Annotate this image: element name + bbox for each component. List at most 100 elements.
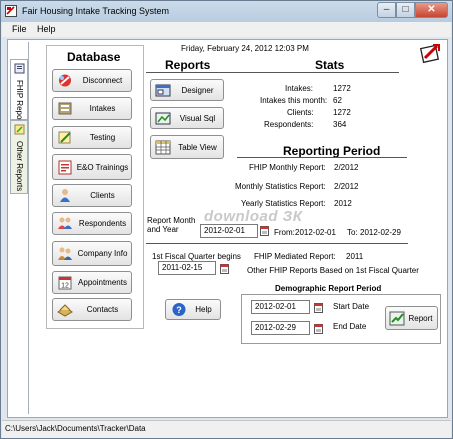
- designer-button[interactable]: Designer: [150, 79, 224, 101]
- report-tab-icon: [14, 63, 25, 74]
- monthly-stats-value: 2/2012: [334, 182, 359, 191]
- tab-fhip-reports[interactable]: FHIP Reports: [10, 59, 28, 128]
- reports-stats-rule: [146, 72, 399, 73]
- start-date-label: Start Date: [333, 302, 370, 311]
- trainings-label: E&O Trainings: [76, 162, 129, 172]
- report-month-label: Report Month and Year: [147, 216, 196, 234]
- sql-icon: [155, 112, 171, 125]
- reporting-period-title: Reporting Period: [283, 144, 381, 158]
- visual-sql-button[interactable]: Visual Sql: [150, 107, 224, 129]
- stat-respondents-value: 364: [333, 120, 347, 129]
- mediated-label: FHIP Mediated Report:: [254, 252, 336, 261]
- menu-bar: File Help: [2, 22, 451, 37]
- watermark: download ЗК: [204, 208, 303, 225]
- designer-label: Designer: [181, 85, 214, 95]
- data-path: C:\Users\Jack\Documents\Tracker\Data: [5, 424, 146, 433]
- reporting-period-rule: [237, 157, 407, 158]
- calendar-icon: 12: [58, 276, 72, 290]
- fiscal-date-field[interactable]: 2011-02-15: [158, 261, 216, 275]
- demographic-title: Demographic Report Period: [275, 284, 382, 293]
- database-title: Database: [67, 50, 121, 64]
- stats-title: Stats: [315, 58, 345, 72]
- minimize-button[interactable]: –: [377, 2, 396, 18]
- report-month-rule: [146, 243, 408, 244]
- maximize-button[interactable]: □: [396, 2, 415, 18]
- start-date-field[interactable]: 2012-02-01: [251, 300, 310, 314]
- calendar-picker-icon[interactable]: [260, 225, 269, 236]
- testing-label: Testing: [89, 133, 116, 142]
- intakes-icon: [58, 102, 72, 115]
- from-value: 2012-02-01: [295, 228, 336, 237]
- stat-clients-value: 1272: [333, 108, 351, 117]
- company-icon: [58, 247, 72, 260]
- clients-button[interactable]: Clients: [52, 184, 132, 207]
- mediated-value: 2011: [346, 252, 364, 261]
- calendar-picker-icon[interactable]: [314, 323, 323, 334]
- calendar-picker-icon[interactable]: [220, 263, 229, 274]
- clients-icon: [60, 189, 70, 202]
- company-info-label: Company Info: [77, 249, 128, 258]
- window-title: Fair Housing Intake Tracking System: [22, 6, 170, 16]
- report-month-field[interactable]: 2012-02-01: [200, 224, 258, 238]
- stat-intakes-value: 1272: [333, 84, 351, 93]
- to-label: To:: [347, 228, 358, 237]
- testing-button[interactable]: Testing: [52, 126, 132, 149]
- visual-sql-label: Visual Sql: [179, 113, 216, 123]
- table-icon: [155, 140, 171, 155]
- intakes-button[interactable]: Intakes: [52, 97, 132, 120]
- disconnect-label: Disconnect: [82, 76, 123, 85]
- status-bar: C:\Users\Jack\Documents\Tracker\Data: [2, 420, 451, 438]
- svg-text:12: 12: [61, 283, 69, 290]
- monthly-stats-label: Monthly Statistics Report:: [235, 182, 326, 191]
- appointments-label: Appointments: [78, 278, 127, 287]
- fhip-monthly-value: 2/2012: [334, 163, 359, 172]
- close-button[interactable]: ✕: [415, 2, 448, 18]
- disconnect-button[interactable]: Disconnect: [52, 69, 132, 92]
- tab-other-reports[interactable]: Other Reports: [10, 120, 28, 194]
- title-bar[interactable]: Fair Housing Intake Tracking System – □ …: [1, 1, 452, 22]
- stat-respondents-label: Respondents:: [264, 120, 314, 129]
- other-fhip-label: Other FHIP Reports Based on 1st Fiscal Q…: [247, 266, 419, 275]
- designer-icon: [155, 84, 171, 97]
- intakes-label: Intakes: [89, 104, 116, 113]
- disconnect-icon: [59, 74, 71, 87]
- testing-icon: [58, 131, 71, 144]
- stat-intakes-label: Intakes:: [285, 84, 314, 93]
- from-label: From:: [274, 228, 295, 237]
- stat-month-label: Intakes this month:: [260, 96, 328, 105]
- notebook-tab-icon: [14, 124, 25, 135]
- yearly-stats-value: 2012: [334, 199, 352, 208]
- table-view-label: Table View: [178, 142, 217, 152]
- trainings-button[interactable]: E&O Trainings: [52, 154, 132, 180]
- fhip-monthly-label: FHIP Monthly Report:: [249, 163, 326, 172]
- calendar-picker-icon[interactable]: [314, 302, 323, 313]
- help-button[interactable]: ? Help: [165, 299, 221, 320]
- help-icon: ?: [172, 303, 186, 316]
- fiscal-label: 1st Fiscal Quarter begins: [152, 252, 241, 261]
- chart-report-icon: [389, 311, 405, 326]
- svg-text:?: ?: [176, 305, 182, 315]
- end-date-label: End Date: [333, 322, 367, 331]
- yearly-stats-label: Yearly Statistics Report:: [241, 199, 326, 208]
- clients-label: Clients: [90, 191, 115, 200]
- help-label: Help: [195, 305, 212, 314]
- company-info-button[interactable]: Company Info: [52, 241, 132, 266]
- tab-other-reports-label: Other Reports: [15, 141, 24, 192]
- respondents-icon: [58, 217, 72, 229]
- end-date-field[interactable]: 2012-02-29: [251, 321, 310, 335]
- print-report-icon[interactable]: [419, 41, 443, 65]
- respondents-button[interactable]: Respondents: [52, 212, 132, 235]
- app-icon: [5, 5, 17, 17]
- contacts-label: Contacts: [86, 305, 119, 314]
- report-button-label: Report: [408, 313, 433, 323]
- contacts-button[interactable]: Contacts: [52, 298, 132, 321]
- menu-file[interactable]: File: [12, 24, 27, 34]
- menu-help[interactable]: Help: [37, 24, 56, 34]
- app-window: Fair Housing Intake Tracking System – □ …: [0, 0, 453, 439]
- report-button[interactable]: Report: [385, 306, 438, 330]
- appointments-button[interactable]: 12 Appointments: [52, 271, 132, 294]
- table-view-button[interactable]: Table View: [150, 135, 224, 159]
- to-value: 2012-02-29: [360, 228, 401, 237]
- current-datetime: Friday, February 24, 2012 12:03 PM: [181, 44, 309, 53]
- stat-month-value: 62: [333, 96, 342, 105]
